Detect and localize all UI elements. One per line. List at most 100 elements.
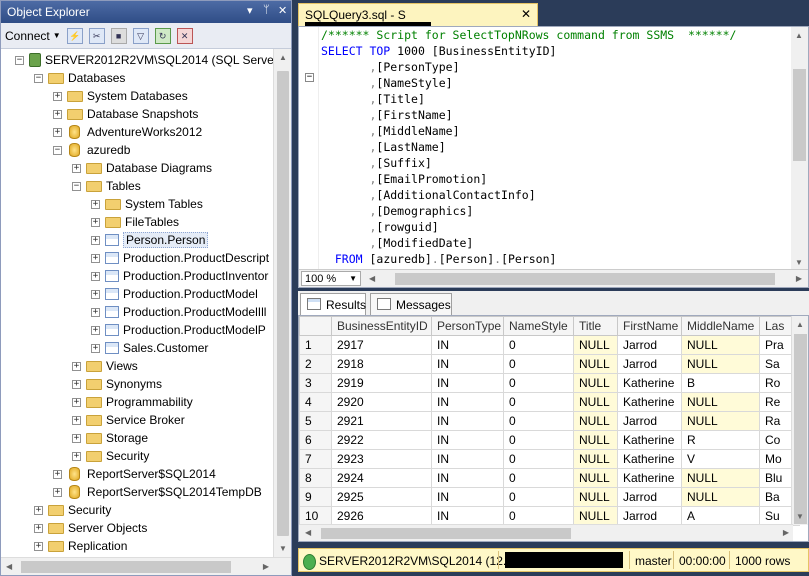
expand-icon[interactable]: + <box>53 109 62 119</box>
tree-node[interactable]: + Service Broker <box>72 411 185 429</box>
grid-cell[interactable]: 2921 <box>331 411 432 431</box>
activity-monitor-icon[interactable]: ✕ <box>176 27 193 44</box>
row-number[interactable]: 9 <box>299 487 332 507</box>
grid-cell[interactable]: NULL <box>573 449 618 469</box>
tab-results[interactable]: Results <box>300 293 366 315</box>
grid-horizontal-scrollbar[interactable]: ◀ ▶ <box>299 524 793 541</box>
tree-node[interactable]: + Storage <box>72 429 148 447</box>
expand-icon[interactable]: + <box>53 91 62 101</box>
expand-icon[interactable]: + <box>91 289 100 299</box>
expand-icon[interactable]: + <box>91 271 100 281</box>
table-row[interactable]: 9 2925 IN 0 NULL Jarrod NULL Ba <box>299 487 800 507</box>
grid-cell[interactable]: NULL <box>573 411 618 431</box>
grid-cell[interactable]: 2926 <box>331 506 432 526</box>
tree-vertical-scrollbar[interactable]: ▲ ▼ <box>273 49 291 557</box>
tree-node[interactable]: + Database Snapshots <box>53 105 198 123</box>
grid-cell[interactable]: 0 <box>503 449 574 469</box>
editor-scroll-thumb[interactable] <box>793 69 806 161</box>
expand-icon[interactable]: + <box>91 217 100 227</box>
expand-icon[interactable]: + <box>91 199 100 209</box>
row-number[interactable]: 4 <box>299 392 332 412</box>
grid-cell[interactable]: IN <box>431 411 504 431</box>
grid-cell[interactable]: IN <box>431 373 504 393</box>
expand-icon[interactable]: + <box>72 397 81 407</box>
table-row[interactable]: 8 2924 IN 0 NULL Katherine NULL Blu <box>299 468 800 488</box>
tree-node[interactable]: − Databases <box>34 69 125 87</box>
grid-cell[interactable]: R <box>681 430 760 450</box>
grid-cell[interactable]: 0 <box>503 468 574 488</box>
grid-cell[interactable]: Jarrod <box>617 335 682 355</box>
tree-node[interactable]: + Production.ProductInventor <box>91 267 268 285</box>
tree-node[interactable]: + Replication <box>34 537 127 555</box>
row-number[interactable]: 7 <box>299 449 332 469</box>
grid-cell[interactable]: B <box>681 373 760 393</box>
grid-cell[interactable]: 2920 <box>331 392 432 412</box>
grid-cell[interactable]: NULL <box>573 354 618 374</box>
expand-icon[interactable]: + <box>91 235 100 245</box>
tree-node[interactable]: + Sales.Customer <box>91 339 208 357</box>
column-header[interactable]: MiddleName <box>681 316 760 336</box>
grid-cell[interactable]: Katherine <box>617 449 682 469</box>
tree-node[interactable]: + Database Diagrams <box>72 159 212 177</box>
expand-icon[interactable]: + <box>34 541 43 551</box>
tree-node[interactable]: + Production.ProductModelIll <box>91 303 266 321</box>
expand-icon[interactable]: + <box>72 415 81 425</box>
row-number[interactable]: 10 <box>299 506 332 526</box>
expand-icon[interactable]: + <box>91 253 100 263</box>
grid-cell[interactable]: Katherine <box>617 430 682 450</box>
table-row[interactable]: 1 2917 IN 0 NULL Jarrod NULL Pra <box>299 335 800 355</box>
tree-node[interactable]: + ReportServer$SQL2014TempDB <box>53 483 262 501</box>
sql-editor[interactable]: /****** Script for SelectTopNRows comman… <box>298 26 809 288</box>
grid-cell[interactable]: NULL <box>573 392 618 412</box>
column-header[interactable]: FirstName <box>617 316 682 336</box>
row-number[interactable]: 1 <box>299 335 332 355</box>
row-number[interactable]: 6 <box>299 430 332 450</box>
grid-vertical-scrollbar[interactable]: ▲ ▼ <box>791 316 808 525</box>
tree-node[interactable]: + Server Objects <box>34 519 147 537</box>
pin-icon[interactable]: ᛘ <box>263 4 270 16</box>
grid-cell[interactable]: NULL <box>573 430 618 450</box>
expand-icon[interactable]: + <box>72 163 81 173</box>
grid-cell[interactable]: NULL <box>681 468 760 488</box>
grid-cell[interactable]: 0 <box>503 373 574 393</box>
editor-hscroll-thumb[interactable] <box>395 273 775 285</box>
tree-node[interactable]: + Person.Person <box>91 231 209 249</box>
dropdown-icon[interactable]: ▾ <box>247 4 253 17</box>
expand-icon[interactable]: + <box>53 127 62 137</box>
table-row[interactable]: 4 2920 IN 0 NULL Katherine NULL Re <box>299 392 800 412</box>
grid-hscroll-thumb[interactable] <box>321 528 571 539</box>
grid-scroll-thumb[interactable] <box>794 334 807 524</box>
editor-vertical-scrollbar[interactable]: ▲ ▼ <box>791 27 808 271</box>
tree-scroll-thumb[interactable] <box>277 71 289 536</box>
grid-cell[interactable]: NULL <box>681 335 760 355</box>
filter-icon[interactable]: ▽ <box>132 27 149 44</box>
connect-engine-icon[interactable]: ⚡ <box>66 27 83 44</box>
tree-hscroll-thumb[interactable] <box>21 561 231 573</box>
row-number[interactable]: 3 <box>299 373 332 393</box>
tree-node[interactable]: + Production.ProductModelP <box>91 321 266 339</box>
grid-cell[interactable]: NULL <box>573 487 618 507</box>
row-number[interactable]: 2 <box>299 354 332 374</box>
grid-cell[interactable]: IN <box>431 430 504 450</box>
grid-cell[interactable]: 0 <box>503 506 574 526</box>
grid-cell[interactable]: Katherine <box>617 468 682 488</box>
expand-icon[interactable]: + <box>91 325 100 335</box>
table-row[interactable]: 7 2923 IN 0 NULL Katherine V Mo <box>299 449 800 469</box>
grid-cell[interactable]: IN <box>431 468 504 488</box>
column-header[interactable]: PersonType <box>431 316 504 336</box>
grid-cell[interactable]: Jarrod <box>617 487 682 507</box>
grid-cell[interactable]: NULL <box>681 392 760 412</box>
expand-icon[interactable]: + <box>72 379 81 389</box>
tree-horizontal-scrollbar[interactable]: ◀ ▶ <box>1 557 291 575</box>
grid-cell[interactable]: NULL <box>681 411 760 431</box>
table-row[interactable]: 6 2922 IN 0 NULL Katherine R Co <box>299 430 800 450</box>
tree-node[interactable]: − SERVER2012R2VM\SQL2014 (SQL Server 12 <box>15 51 273 69</box>
expand-icon[interactable]: + <box>72 451 81 461</box>
column-header[interactable]: BusinessEntityID <box>331 316 432 336</box>
grid-cell[interactable]: IN <box>431 449 504 469</box>
tab-messages[interactable]: Messages <box>370 293 452 315</box>
grid-cell[interactable]: IN <box>431 392 504 412</box>
collapse-icon[interactable]: − <box>15 55 24 65</box>
table-row[interactable]: 10 2926 IN 0 NULL Jarrod A Su <box>299 506 800 526</box>
tree-node[interactable]: + Views <box>72 357 138 375</box>
